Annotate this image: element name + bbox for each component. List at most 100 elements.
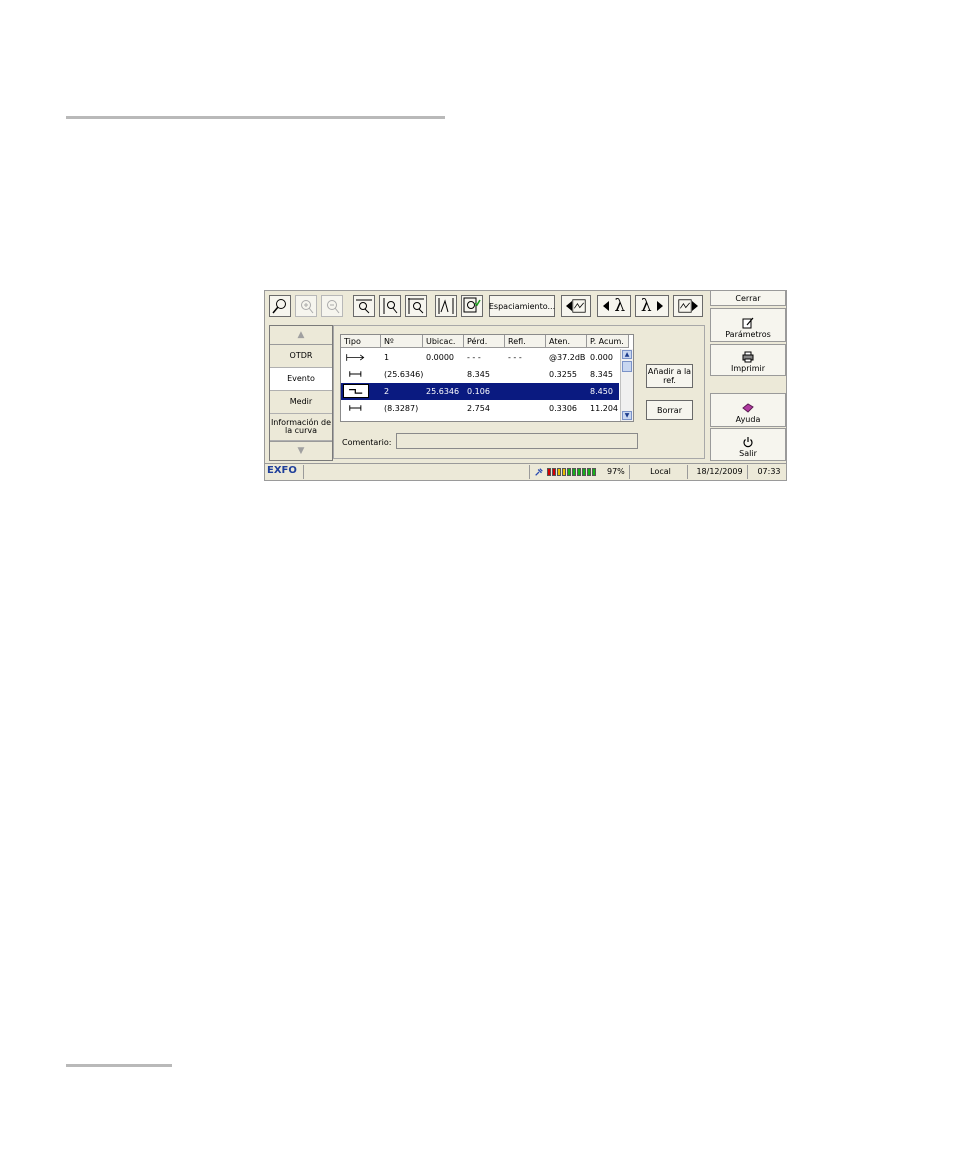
zoom-vertical-button[interactable]	[379, 295, 401, 317]
cell-att	[546, 383, 590, 400]
parameters-button[interactable]: Parámetros	[710, 308, 786, 342]
next-trace-button[interactable]	[673, 295, 703, 317]
help-label: Ayuda	[735, 415, 761, 424]
footer-rule	[66, 1064, 172, 1067]
battery-bar	[567, 468, 571, 476]
zoom-vertical-icon	[383, 298, 398, 314]
battery-bar	[547, 468, 551, 476]
arrow-left-icon	[602, 301, 609, 311]
trace-icon	[572, 299, 586, 313]
span-event-icon	[343, 367, 369, 381]
event-zoom-button[interactable]	[435, 295, 457, 317]
cell-att: @37.2dB	[549, 353, 586, 362]
table-row[interactable]: (25.6346) 8.345 0.3255 8.345	[341, 366, 619, 383]
auto-zoom-button[interactable]	[461, 295, 483, 317]
table-row[interactable]: 2*33.96331.30812.512	[341, 417, 619, 421]
cell-loc	[423, 400, 467, 417]
cell-no: 1	[384, 353, 390, 362]
cell-refl	[505, 366, 549, 383]
cell-loss: 0.106	[467, 387, 490, 396]
cell-loc: 25.6346	[426, 387, 460, 396]
battery-bar	[552, 468, 556, 476]
col-p-acum[interactable]: P. Acum.	[587, 335, 629, 348]
nav-scroll-up-button[interactable]: ▲	[270, 326, 332, 345]
delete-button[interactable]: Borrar	[646, 400, 693, 420]
arrow-right-icon	[692, 301, 698, 311]
table-row[interactable]: 1 0.0000- - -- - - @37.2dB 0.000	[341, 349, 619, 366]
close-button[interactable]: Cerrar	[710, 291, 786, 306]
table-scrollbar[interactable]: ▲ ▼	[620, 349, 633, 421]
nav-item-medir[interactable]: Medir	[270, 391, 332, 414]
parameters-label: Parámetros	[725, 330, 771, 339]
close-label: Cerrar	[735, 294, 761, 303]
exit-button[interactable]: Salir	[710, 428, 786, 461]
table-row[interactable]: 2 25.6346 0.106 8.450	[341, 383, 619, 400]
scroll-up-button[interactable]: ▲	[622, 350, 632, 359]
exit-label: Salir	[739, 449, 757, 458]
battery-bar	[592, 468, 596, 476]
lambda-label: λ	[614, 296, 626, 316]
help-button[interactable]: Ayuda	[710, 393, 786, 427]
battery-bar	[577, 468, 581, 476]
zoom-fit-button[interactable]	[269, 295, 291, 317]
table-row[interactable]: (8.3287) 2.754 0.3306 11.204	[341, 400, 619, 417]
add-to-reference-button[interactable]: Añadir a la ref.	[646, 364, 693, 388]
toolbar: Espaciamiento... λ λ	[267, 293, 707, 321]
arrow-right-icon	[657, 301, 664, 311]
cell-att: 0.3255	[549, 370, 577, 379]
help-book-icon	[742, 403, 754, 413]
cell-no: (25.6346)	[384, 370, 424, 379]
nav-item-evento[interactable]: Evento	[270, 368, 332, 391]
col-aten[interactable]: Aten.	[546, 335, 587, 348]
exfo-logo: EXFO	[267, 465, 297, 476]
zoom-out-button[interactable]	[321, 295, 343, 317]
cell-no: (8.3287)	[384, 404, 419, 413]
col-ubicac[interactable]: Ubicac.	[423, 335, 464, 348]
right-menu: Cerrar Parámetros Imprimir Ayuda Salir	[710, 291, 786, 461]
cell-loss: 2.754	[467, 404, 490, 413]
scroll-down-button[interactable]: ▼	[622, 411, 632, 420]
col-perd[interactable]: Pérd.	[464, 335, 505, 348]
status-message	[303, 465, 529, 479]
col-refl[interactable]: Refl.	[505, 335, 546, 348]
col-tipo[interactable]: Tipo	[341, 335, 381, 348]
next-wavelength-button[interactable]: λ	[635, 295, 669, 317]
cell-loc: 0.0000	[426, 353, 454, 362]
zoom-in-icon	[301, 300, 314, 314]
nav-item-trace-info[interactable]: Información de la curva	[270, 414, 332, 441]
cell-loss: 8.345	[467, 370, 490, 379]
status-bar: EXFO 97% Local 18/12/2009 07:33	[265, 463, 786, 480]
cell-att	[546, 417, 590, 421]
battery-bar	[587, 468, 591, 476]
nav-scroll-down-button[interactable]: ▼	[270, 441, 332, 460]
span-event-icon	[343, 401, 369, 415]
edit-icon	[742, 317, 754, 329]
cell-loc	[423, 366, 467, 383]
battery-level-bars	[547, 468, 596, 476]
power-plug-icon	[535, 467, 543, 476]
printer-icon	[742, 351, 754, 363]
battery-bar	[557, 468, 561, 476]
power-icon	[743, 437, 753, 448]
spacing-button[interactable]: Espaciamiento...	[489, 295, 555, 317]
cell-refl	[505, 400, 549, 417]
print-button[interactable]: Imprimir	[710, 344, 786, 376]
mode-indicator: Local	[629, 465, 687, 479]
zoom-area-button[interactable]	[405, 295, 427, 317]
nav-item-otdr[interactable]: OTDR	[270, 345, 332, 368]
lambda-label: λ	[640, 296, 652, 316]
cell-att: 0.3306	[549, 404, 577, 413]
prev-wavelength-button[interactable]: λ	[597, 295, 631, 317]
battery-bar	[582, 468, 586, 476]
comment-field[interactable]	[396, 433, 638, 449]
zoom-horizontal-button[interactable]	[353, 295, 375, 317]
event-marker-icon	[438, 298, 454, 314]
zoom-area-icon	[408, 298, 424, 314]
print-label: Imprimir	[730, 364, 766, 373]
prev-trace-button[interactable]	[561, 295, 591, 317]
col-no[interactable]: Nº	[381, 335, 423, 348]
trace-icon	[678, 299, 692, 313]
scroll-thumb[interactable]	[622, 361, 632, 372]
zoom-in-button[interactable]	[295, 295, 317, 317]
battery-percent: 97%	[607, 467, 625, 476]
